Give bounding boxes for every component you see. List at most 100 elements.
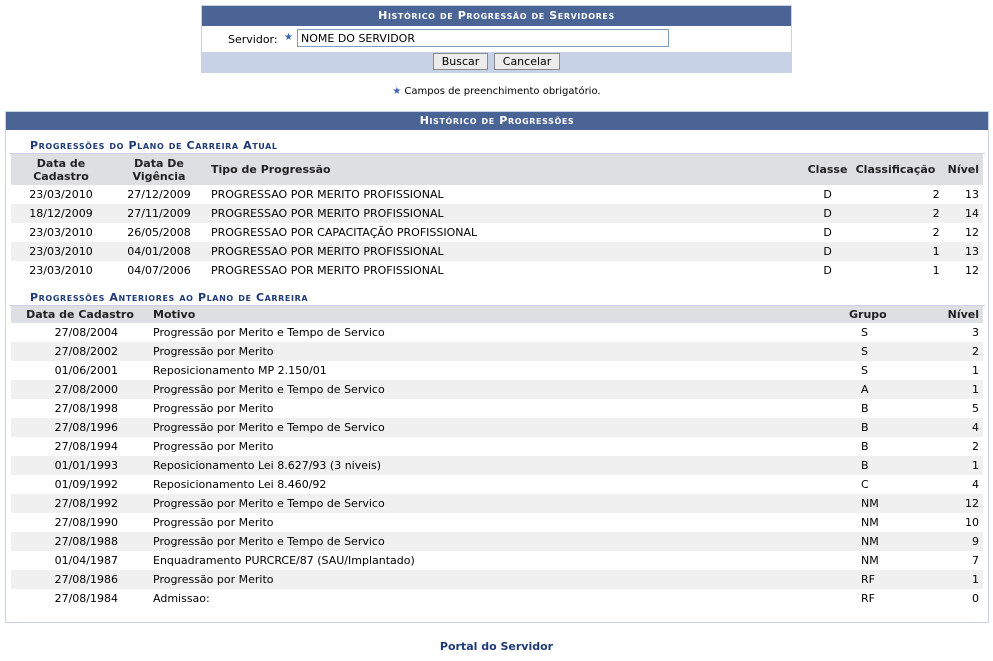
cell-motivo: Progressão por Merito e Tempo de Servico xyxy=(149,323,845,342)
table-row: 27/08/2002 Progressão por Merito S 2 xyxy=(11,342,983,361)
table-row: 23/03/2010 26/05/2008 PROGRESSAO POR CAPAC… xyxy=(11,223,983,242)
cell-tipo: PROGRESSAO POR CAPACITAÇÃO PROFISSIONAL xyxy=(207,223,804,242)
cell-data-cadastro: 27/08/1990 xyxy=(11,513,149,532)
servidor-label: Servidor: xyxy=(228,33,278,46)
cell-classificacao: 2 xyxy=(851,204,944,223)
cell-motivo: Progressão por Merito e Tempo de Servico xyxy=(149,418,845,437)
cell-classificacao: 2 xyxy=(851,223,944,242)
cell-grupo: S xyxy=(845,323,935,342)
cell-classe: D xyxy=(803,185,852,204)
cell-classe: D xyxy=(803,223,852,242)
cell-data-cadastro: 18/12/2009 xyxy=(11,204,111,223)
table-header-row: Data de Cadastro Motivo Grupo Nível xyxy=(11,306,983,323)
cell-nivel: 7 xyxy=(935,551,983,570)
col-motivo: Motivo xyxy=(153,308,196,321)
cell-nivel: 2 xyxy=(935,342,983,361)
cell-grupo: NM xyxy=(845,551,935,570)
table-row: 23/03/2010 04/07/2006 PROGRESSAO POR MERIT… xyxy=(11,261,983,280)
table-row: 18/12/2009 27/11/2009 PROGRESSAO POR MERIT… xyxy=(11,204,983,223)
table-row: 27/08/2000 Progressão por Merito e Tempo … xyxy=(11,380,983,399)
cell-nivel: 1 xyxy=(935,570,983,589)
cell-data-cadastro: 01/04/1987 xyxy=(11,551,149,570)
cell-classificacao: 1 xyxy=(851,261,944,280)
col-nivel: Nível xyxy=(947,163,979,176)
cell-nivel: 5 xyxy=(935,399,983,418)
table-row: 23/03/2010 04/01/2008 PROGRESSAO POR MERIT… xyxy=(11,242,983,261)
search-form-title: Histórico de Progressão de Servidores xyxy=(202,6,791,26)
cell-grupo: RF xyxy=(845,570,935,589)
table-row: 01/01/1993 Reposicionamento Lei 8.627/93 … xyxy=(11,456,983,475)
cell-data-vigencia: 26/05/2008 xyxy=(111,223,207,242)
cell-data-cadastro: 27/08/1996 xyxy=(11,418,149,437)
cell-nivel: 13 xyxy=(943,242,983,261)
previous-plan-table: Data de Cadastro Motivo Grupo Nível 27/0… xyxy=(11,306,983,608)
cell-motivo: Progressão por Merito xyxy=(149,513,845,532)
cell-data-cadastro: 27/08/2004 xyxy=(11,323,149,342)
table-row: 23/03/2010 27/12/2009 PROGRESSAO POR MERIT… xyxy=(11,185,983,204)
current-plan-title: Progressões do Plano de Carreira Atual xyxy=(9,136,985,154)
cell-data-cadastro: 01/09/1992 xyxy=(11,475,149,494)
cell-data-cadastro: 27/08/1986 xyxy=(11,570,149,589)
cell-nivel: 12 xyxy=(935,494,983,513)
cell-nivel: 12 xyxy=(943,261,983,280)
cell-grupo: B xyxy=(845,437,935,456)
cancel-button[interactable]: Cancelar xyxy=(493,53,561,70)
table-row: 27/08/1994 Progressão por Merito B 2 xyxy=(11,437,983,456)
cell-classe: D xyxy=(803,242,852,261)
cell-tipo: PROGRESSAO POR MERITO PROFISSIONAL xyxy=(207,204,804,223)
servidor-input[interactable] xyxy=(297,29,669,47)
current-plan-body: 23/03/2010 27/12/2009 PROGRESSAO POR MERIT… xyxy=(11,185,983,280)
cell-motivo: Admissao: xyxy=(149,589,845,608)
cell-data-cadastro: 23/03/2010 xyxy=(11,261,111,280)
cell-nivel: 2 xyxy=(935,437,983,456)
cell-motivo: Reposicionamento MP 2.150/01 xyxy=(149,361,845,380)
cell-motivo: Reposicionamento Lei 8.460/92 xyxy=(149,475,845,494)
cell-classificacao: 1 xyxy=(851,242,944,261)
col-data-cadastro: Data de Cadastro xyxy=(26,308,134,321)
cell-nivel: 13 xyxy=(943,185,983,204)
cell-data-vigencia: 27/12/2009 xyxy=(111,185,207,204)
col-grupo: Grupo xyxy=(849,308,887,321)
cell-data-cadastro: 23/03/2010 xyxy=(11,223,111,242)
search-button[interactable]: Buscar xyxy=(432,53,489,70)
cell-motivo: Progressão por Merito xyxy=(149,399,845,418)
portal-servidor-link[interactable]: Portal do Servidor xyxy=(0,640,993,653)
cell-tipo: PROGRESSAO POR MERITO PROFISSIONAL xyxy=(207,185,804,204)
cell-nivel: 10 xyxy=(935,513,983,532)
cell-tipo: PROGRESSAO POR MERITO PROFISSIONAL xyxy=(207,261,804,280)
col-tipo: Tipo de Progressão xyxy=(211,163,331,176)
cell-grupo: RF xyxy=(845,589,935,608)
cell-nivel: 4 xyxy=(935,475,983,494)
cell-nivel: 3 xyxy=(935,323,983,342)
required-star-icon: ★ xyxy=(284,32,293,43)
search-form: Histórico de Progressão de Servidores Se… xyxy=(201,5,792,73)
servidor-row: Servidor: ★ xyxy=(202,26,791,52)
cell-nivel: 9 xyxy=(935,532,983,551)
cell-grupo: B xyxy=(845,418,935,437)
cell-motivo: Enquadramento PURCRCE/87 (SAU/Implantado… xyxy=(149,551,845,570)
cell-data-vigencia: 04/07/2006 xyxy=(111,261,207,280)
cell-data-cadastro: 27/08/1988 xyxy=(11,532,149,551)
col-classe: Classe xyxy=(807,163,848,176)
table-row: 27/08/1990 Progressão por Merito NM 10 xyxy=(11,513,983,532)
table-row: 01/06/2001 Reposicionamento MP 2.150/01 S 1 xyxy=(11,361,983,380)
cell-grupo: S xyxy=(845,361,935,380)
table-row: 27/08/1988 Progressão por Merito e Tempo … xyxy=(11,532,983,551)
cell-motivo: Progressão por Merito xyxy=(149,570,845,589)
table-row: 27/08/1998 Progressão por Merito B 5 xyxy=(11,399,983,418)
cell-grupo: C xyxy=(845,475,935,494)
table-row: 27/08/2004 Progressão por Merito e Tempo … xyxy=(11,323,983,342)
history-title: Histórico de Progressões xyxy=(6,112,988,130)
cell-data-vigencia: 04/01/2008 xyxy=(111,242,207,261)
cell-classe: D xyxy=(803,204,852,223)
cell-classificacao: 2 xyxy=(851,185,944,204)
previous-plan-body: 27/08/2004 Progressão por Merito e Tempo … xyxy=(11,323,983,608)
table-row: 27/08/1986 Progressão por Merito RF 1 xyxy=(11,570,983,589)
cell-grupo: NM xyxy=(845,532,935,551)
required-note-text: Campos de preenchimento obrigatório. xyxy=(404,86,601,97)
col-data-cadastro: Data de Cadastro xyxy=(33,156,89,183)
cell-grupo: NM xyxy=(845,513,935,532)
col-data-vigencia: Data De Vigência xyxy=(132,156,186,183)
cell-grupo: S xyxy=(845,342,935,361)
cell-data-cadastro: 27/08/2002 xyxy=(11,342,149,361)
